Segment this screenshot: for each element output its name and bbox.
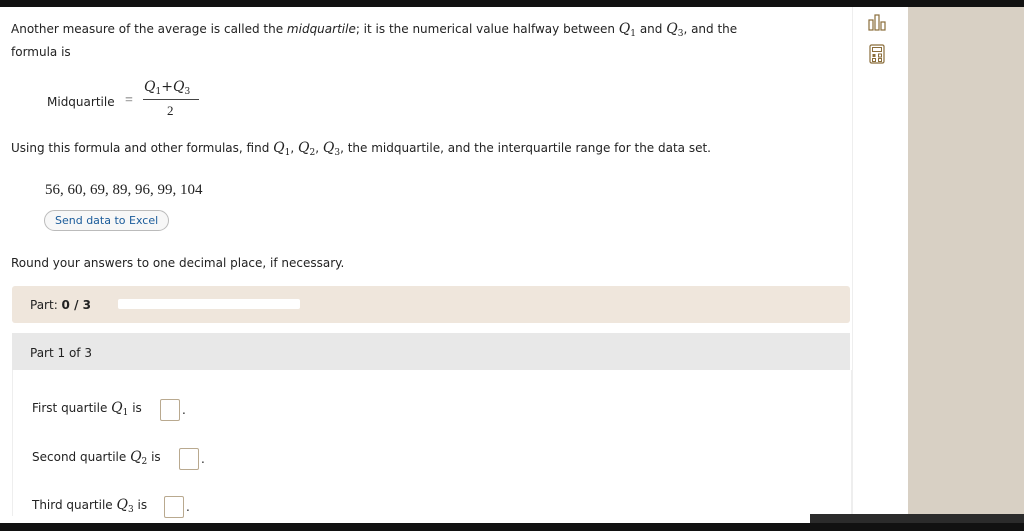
intro-text-a: Another measure of the average is called… xyxy=(11,22,287,36)
q1-answer-input[interactable] xyxy=(160,399,180,421)
part-progress-value: 0 / 3 xyxy=(61,298,91,312)
part-body xyxy=(12,370,852,516)
calculator-icon[interactable] xyxy=(868,44,886,64)
formula-equals: = xyxy=(125,93,133,108)
formula-label: Midquartile xyxy=(47,95,115,109)
tool-strip xyxy=(852,7,901,523)
question-q1: First quartile Q1 is xyxy=(32,400,142,418)
q3-symbol: Q3 xyxy=(666,21,684,39)
midquartile-term: midquartile xyxy=(286,22,356,36)
intro-text-b: ; it is the numerical value halfway betw… xyxy=(355,22,619,36)
right-background-panel xyxy=(908,7,1024,523)
top-border xyxy=(0,0,1024,7)
send-to-excel-button[interactable]: Send data to Excel xyxy=(44,210,170,231)
question-q3: Third quartile Q3 is xyxy=(32,497,148,515)
part-progress-label: Part: 0 / 3 xyxy=(30,298,91,312)
round-note: Round your answers to one decimal place,… xyxy=(11,256,345,270)
intro-line-2: formula is xyxy=(11,45,71,59)
q1-symbol: Q1 xyxy=(618,21,637,39)
instruction-text: Using this formula and other formulas, f… xyxy=(11,140,711,158)
q1-symbol: Q1 xyxy=(273,140,291,158)
intro-line-1: Another measure of the average is called… xyxy=(11,21,737,42)
formula-numerator: Q1+Q3 xyxy=(144,79,191,97)
intro-and: and xyxy=(636,22,667,36)
data-set: 56, 60, 69, 89, 96, 99, 104 xyxy=(45,182,203,198)
bar-chart-icon[interactable] xyxy=(868,12,886,32)
intro-text-c: , and the xyxy=(683,22,738,36)
bottom-border xyxy=(0,523,1024,531)
fraction-bar xyxy=(143,99,199,100)
q2-answer-input[interactable] xyxy=(179,448,199,470)
question-q2: Second quartile Q2 is xyxy=(32,449,161,467)
part-header-title: Part 1 of 3 xyxy=(30,346,92,360)
q2-symbol: Q2 xyxy=(297,140,316,158)
q3-period: . xyxy=(186,500,190,514)
q3-symbol: Q3 xyxy=(322,140,341,158)
q1-period: . xyxy=(182,403,186,417)
q2-period: . xyxy=(201,452,205,466)
formula-denominator: 2 xyxy=(167,103,174,118)
q3-answer-input[interactable] xyxy=(164,496,184,518)
progress-track xyxy=(118,299,300,309)
part-header xyxy=(12,333,850,371)
